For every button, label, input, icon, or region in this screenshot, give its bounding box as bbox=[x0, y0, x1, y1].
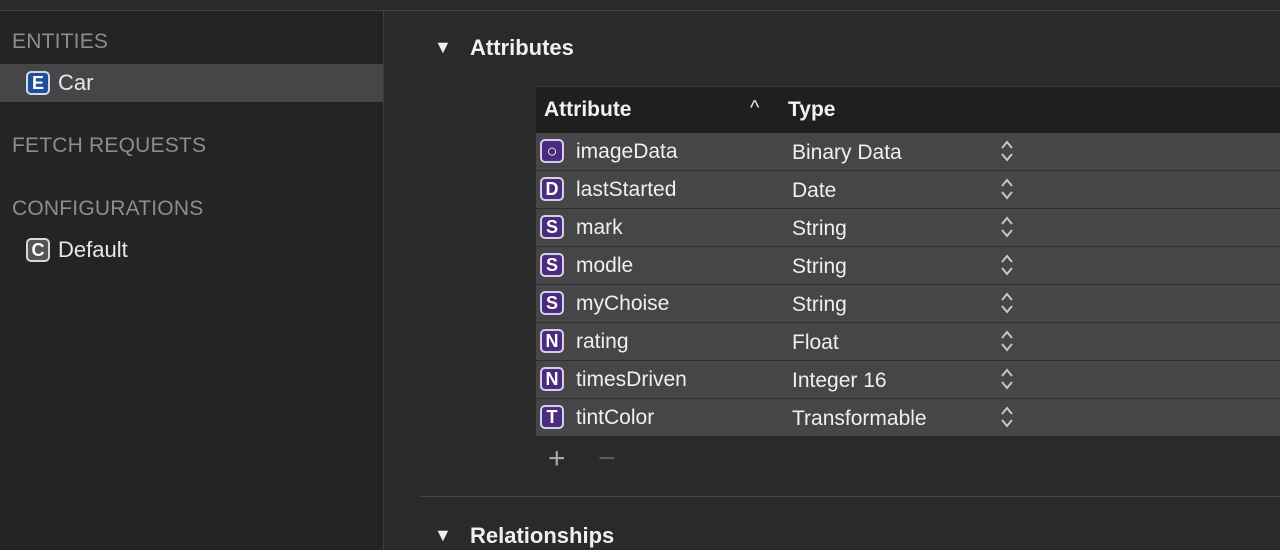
attributes-title: Attributes bbox=[470, 35, 574, 60]
attribute-name[interactable]: modle bbox=[576, 254, 633, 278]
type-popup-stepper-icon[interactable] bbox=[999, 327, 1015, 355]
table-row[interactable]: N rating Float bbox=[536, 323, 1280, 361]
attribute-type-value[interactable]: Date bbox=[792, 179, 836, 203]
attribute-type-icon: N bbox=[540, 329, 564, 353]
type-column-header[interactable]: Type bbox=[788, 98, 835, 122]
table-row[interactable]: T tintColor Transformable bbox=[536, 399, 1280, 437]
attribute-name[interactable]: mark bbox=[576, 216, 623, 240]
attribute-type-value[interactable]: Float bbox=[792, 331, 839, 355]
table-row[interactable]: S myChoise String bbox=[536, 285, 1280, 323]
relationships-disclosure-triangle-icon[interactable]: ▼ bbox=[434, 525, 452, 546]
add-attribute-button[interactable]: + bbox=[548, 444, 566, 474]
attribute-name[interactable]: tintColor bbox=[576, 406, 654, 430]
sort-ascending-icon[interactable]: ^ bbox=[750, 97, 759, 120]
attribute-type-icon: N bbox=[540, 367, 564, 391]
sidebar: ENTITIES E Car FETCH REQUESTS CONFIGURAT… bbox=[0, 11, 384, 550]
type-popup-stepper-icon[interactable] bbox=[999, 365, 1015, 393]
sidebar-item-label: Default bbox=[58, 237, 128, 262]
attribute-type-icon: D bbox=[540, 177, 564, 201]
table-row[interactable]: N timesDriven Integer 16 bbox=[536, 361, 1280, 399]
attribute-name[interactable]: myChoise bbox=[576, 292, 669, 316]
remove-attribute-button[interactable]: − bbox=[598, 444, 616, 474]
type-popup-stepper-icon[interactable] bbox=[999, 213, 1015, 241]
type-popup-stepper-icon[interactable] bbox=[999, 403, 1015, 431]
table-row[interactable]: D lastStarted Date bbox=[536, 171, 1280, 209]
type-popup-stepper-icon[interactable] bbox=[999, 251, 1015, 279]
window-top-bar bbox=[0, 0, 1280, 11]
sidebar-item-default[interactable]: C Default bbox=[0, 231, 383, 269]
table-row[interactable]: S mark String bbox=[536, 209, 1280, 247]
attribute-type-icon: S bbox=[540, 215, 564, 239]
entities-header: ENTITIES bbox=[12, 30, 109, 53]
attribute-type-icon: S bbox=[540, 253, 564, 277]
type-popup-stepper-icon[interactable] bbox=[999, 137, 1015, 165]
attribute-name[interactable]: rating bbox=[576, 330, 629, 354]
attribute-type-value[interactable]: Integer 16 bbox=[792, 369, 887, 393]
table-header: Attribute ^ Type bbox=[536, 86, 1280, 133]
relationships-title: Relationships bbox=[470, 523, 615, 548]
table-row[interactable]: ○ imageData Binary Data bbox=[536, 133, 1280, 171]
attribute-type-value[interactable]: String bbox=[792, 255, 847, 279]
attributes-disclosure-triangle-icon[interactable]: ▼ bbox=[434, 37, 452, 58]
table-row[interactable]: S modle String bbox=[536, 247, 1280, 285]
sidebar-item-car[interactable]: E Car bbox=[0, 64, 383, 102]
configuration-icon: C bbox=[26, 238, 50, 262]
attribute-type-icon: ○ bbox=[540, 139, 564, 163]
attribute-column-header[interactable]: Attribute bbox=[544, 98, 632, 122]
section-divider bbox=[420, 496, 1280, 497]
type-popup-stepper-icon[interactable] bbox=[999, 289, 1015, 317]
attribute-type-value[interactable]: Transformable bbox=[792, 407, 927, 431]
attribute-type-value[interactable]: String bbox=[792, 293, 847, 317]
attribute-type-value[interactable]: Binary Data bbox=[792, 141, 902, 165]
attribute-name[interactable]: lastStarted bbox=[576, 178, 676, 202]
attribute-name[interactable]: imageData bbox=[576, 140, 678, 164]
attribute-name[interactable]: timesDriven bbox=[576, 368, 687, 392]
main-editor: ▼ Attributes Attribute ^ Type ○ imageDat… bbox=[384, 11, 1280, 550]
attribute-type-icon: T bbox=[540, 405, 564, 429]
sidebar-item-label: Car bbox=[58, 70, 94, 95]
attributes-table: Attribute ^ Type ○ imageData Binary Data… bbox=[536, 86, 1280, 437]
fetch-requests-header: FETCH REQUESTS bbox=[12, 134, 207, 157]
entity-icon: E bbox=[26, 71, 50, 95]
attribute-type-icon: S bbox=[540, 291, 564, 315]
attribute-type-value[interactable]: String bbox=[792, 217, 847, 241]
configurations-header: CONFIGURATIONS bbox=[12, 197, 204, 220]
type-popup-stepper-icon[interactable] bbox=[999, 175, 1015, 203]
